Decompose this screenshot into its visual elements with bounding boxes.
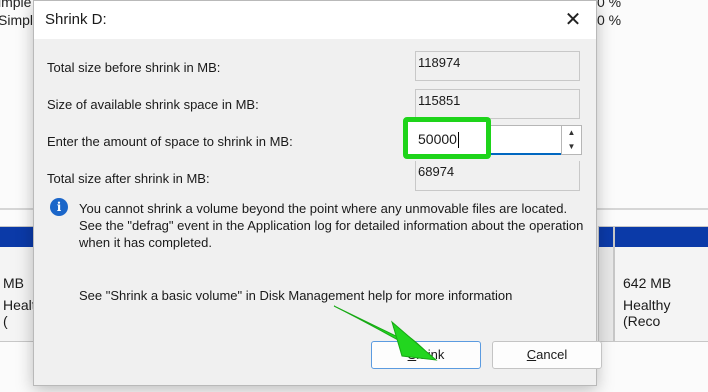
volume-separator: [598, 226, 614, 342]
total-after-label: Total size after shrink in MB:: [47, 171, 210, 186]
total-before-text: 118974: [418, 55, 461, 70]
volume-status: Healthy (Reco: [623, 297, 671, 329]
spin-down-icon[interactable]: ▼: [562, 140, 581, 154]
info-message: You cannot shrink a volume beyond the po…: [79, 201, 584, 250]
volume-size: 642 MB: [623, 275, 672, 291]
available-space-label: Size of available shrink space in MB:: [47, 97, 259, 112]
volume-bar: [0, 227, 35, 247]
info-icon: i: [50, 198, 68, 216]
bg-percent-1: 0 %: [597, 0, 622, 10]
bg-percent-2: 0 %: [597, 12, 622, 28]
text-caret: [457, 132, 459, 149]
cancel-button[interactable]: Cancel: [492, 341, 602, 369]
volume-panel-right[interactable]: 642 MB Healthy (Reco: [614, 226, 708, 342]
amount-label: Enter the amount of space to shrink in M…: [47, 134, 293, 149]
total-before-label: Total size before shrink in MB:: [47, 60, 221, 75]
volume-panel-left[interactable]: MB Healthy (: [0, 226, 50, 342]
available-space-text: 115851: [418, 93, 461, 108]
amount-input-field[interactable]: [488, 125, 562, 155]
volume-size: MB: [3, 275, 24, 291]
cancel-label: ancel: [536, 347, 568, 362]
total-after-text: 68974: [418, 164, 455, 179]
amount-spinner[interactable]: ▲ ▼: [561, 125, 582, 155]
bg-layout-text-1: imple: [0, 0, 32, 10]
volume-bar: [615, 227, 708, 247]
volume-bar: [599, 227, 613, 247]
spin-up-icon[interactable]: ▲: [562, 126, 581, 140]
amount-input-highlight[interactable]: 50000: [403, 117, 491, 159]
title-bar: Shrink D: ✕: [34, 1, 596, 39]
available-space-value: 115851: [415, 89, 580, 119]
cancel-accel: C: [526, 347, 537, 362]
shrink-dialog: Shrink D: ✕ Total size before shrink in …: [33, 0, 602, 386]
close-icon[interactable]: ✕: [558, 5, 588, 35]
amount-input-value[interactable]: 50000: [418, 131, 459, 149]
total-before-value: 118974: [415, 51, 580, 81]
total-after-value: 68974: [415, 161, 580, 191]
annotation-arrow-icon: [333, 305, 438, 361]
amount-value-text[interactable]: 50000: [418, 131, 457, 147]
dialog-title: Shrink D:: [45, 11, 107, 28]
